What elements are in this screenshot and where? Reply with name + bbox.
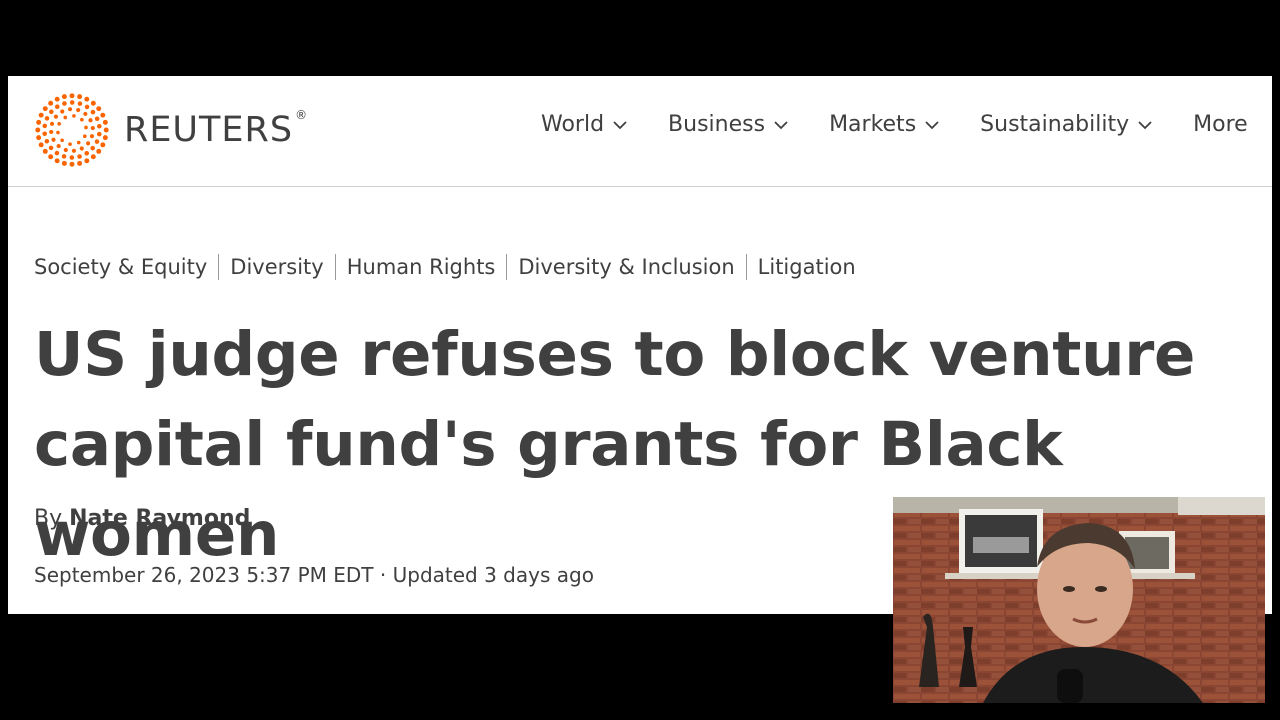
author-link[interactable]: Nate Raymond [69,506,250,531]
tag-litigation[interactable]: Litigation [758,255,856,279]
tag-divider [334,254,336,280]
presenter-video-icon [893,497,1265,703]
byline: By Nate Raymond [34,506,250,531]
tag-society-equity[interactable]: Society & Equity [34,255,207,279]
updated-text: Updated 3 days ago [392,563,594,587]
nav-label: Business [668,112,766,137]
tag-divider [218,254,220,280]
nav-item-sustainability[interactable]: Sustainability [980,112,1153,137]
main-nav: World Business Markets Sustainability Mo… [541,112,1272,137]
nav-label: Sustainability [980,112,1130,137]
topic-tags: Society & Equity Diversity Human Rights … [34,254,856,280]
nav-label: More [1193,112,1248,137]
nav-label: Markets [829,112,917,137]
nav-item-business[interactable]: Business [668,112,789,137]
reuters-logo-icon [35,93,109,167]
chevron-down-icon [613,120,627,129]
reuters-logo[interactable]: REUTERS ® [34,92,308,168]
publish-date: September 26, 2023 5:37 PM EDT [34,563,374,587]
nav-item-markets[interactable]: Markets [829,112,940,137]
webcam-overlay [893,497,1265,703]
site-header: REUTERS ® World Business Markets Sustaina… [8,76,1272,187]
nav-label: World [541,112,605,137]
tag-divider [506,254,508,280]
date-separator: · [373,563,393,587]
dateline: September 26, 2023 5:37 PM EDT · Updated… [34,563,594,587]
nav-item-more[interactable]: More [1193,112,1248,137]
chevron-down-icon [925,120,939,129]
logo-text: REUTERS ® [124,108,309,150]
byline-prefix: By [34,506,63,531]
chevron-down-icon [1138,120,1152,129]
tag-diversity-inclusion[interactable]: Diversity & Inclusion [518,255,734,279]
chevron-down-icon [774,120,788,129]
tag-diversity[interactable]: Diversity [230,255,323,279]
tag-human-rights[interactable]: Human Rights [347,255,496,279]
tag-divider [745,254,747,280]
nav-item-world[interactable]: World [541,112,628,137]
